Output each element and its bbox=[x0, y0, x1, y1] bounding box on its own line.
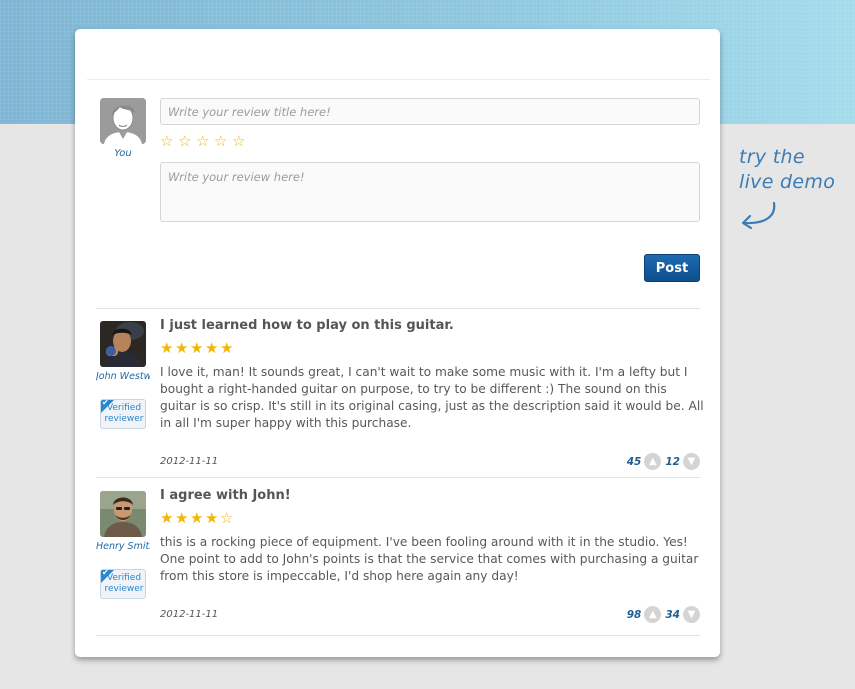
divider bbox=[96, 477, 700, 478]
star-rating: ★ ★ ★ ★ ☆ bbox=[160, 510, 235, 526]
review-text: this is a rocking piece of equipment. I'… bbox=[160, 535, 699, 583]
star-icon: ★ bbox=[205, 339, 219, 357]
thumbs-up-icon[interactable]: ▲ bbox=[644, 606, 662, 623]
user-avatar-label: You bbox=[114, 148, 132, 159]
reviewer-photo bbox=[100, 491, 146, 537]
downvote-count: 12 bbox=[665, 455, 680, 468]
star-outline-icon: ☆ bbox=[220, 509, 234, 527]
star-icon: ★ bbox=[175, 509, 189, 527]
thumbs-down-icon[interactable]: ▼ bbox=[683, 453, 700, 470]
vote-controls: 45 ▲ 12 ▼ bbox=[627, 453, 700, 470]
rating-stars-input[interactable]: ☆ ☆ ☆ ☆ ☆ bbox=[160, 133, 250, 149]
review-title: I agree with John! bbox=[160, 488, 291, 503]
star-icon: ★ bbox=[190, 339, 204, 357]
live-demo-callout: try the live demo bbox=[739, 145, 835, 195]
reviewer-name[interactable]: John Westwood bbox=[96, 371, 150, 382]
verified-badge: ✔ Verified reviewer bbox=[100, 399, 146, 429]
star-icon: ★ bbox=[220, 339, 234, 357]
reviewer-photo bbox=[100, 321, 146, 367]
divider bbox=[96, 308, 700, 309]
upvote-count: 45 bbox=[626, 455, 642, 468]
star-outline-icon[interactable]: ☆ bbox=[232, 133, 250, 149]
downvote-count: 34 bbox=[665, 608, 680, 621]
review-title: I just learned how to play on this guita… bbox=[160, 318, 454, 333]
review-date: 2012-11-11 bbox=[160, 456, 219, 467]
review-text: I love it, man! It sounds great, I can't… bbox=[160, 365, 704, 430]
star-outline-icon[interactable]: ☆ bbox=[196, 133, 214, 149]
star-icon: ★ bbox=[175, 339, 189, 357]
demo-line-1: try the bbox=[739, 146, 805, 168]
verified-label: Verified reviewer bbox=[104, 403, 144, 424]
reviewer-name[interactable]: Henry Smith bbox=[96, 541, 150, 552]
vote-controls: 98 ▲ 34 ▼ bbox=[627, 606, 700, 623]
thumbs-down-icon[interactable]: ▼ bbox=[683, 606, 700, 623]
star-icon: ★ bbox=[190, 509, 204, 527]
demo-line-2: live demo bbox=[739, 171, 836, 193]
curved-arrow-icon bbox=[741, 201, 776, 230]
star-icon: ★ bbox=[205, 509, 219, 527]
review-title-input[interactable] bbox=[160, 98, 700, 125]
upvote-count: 98 bbox=[626, 608, 642, 621]
star-icon: ★ bbox=[160, 509, 174, 527]
reviewer-avatar bbox=[100, 491, 146, 537]
star-outline-icon[interactable]: ☆ bbox=[214, 133, 232, 149]
star-outline-icon[interactable]: ☆ bbox=[160, 133, 178, 149]
review-body-input[interactable] bbox=[160, 162, 700, 222]
review-date: 2012-11-11 bbox=[160, 609, 219, 620]
divider bbox=[87, 79, 710, 80]
user-avatar bbox=[100, 98, 146, 144]
verified-badge: ✔ Verified reviewer bbox=[100, 569, 146, 599]
star-icon: ★ bbox=[160, 339, 174, 357]
reviewer-avatar bbox=[100, 321, 146, 367]
star-rating: ★ ★ ★ ★ ★ bbox=[160, 340, 235, 356]
review-card: You ☆ ☆ ☆ ☆ ☆ Post John Westwood ✔ Verif… bbox=[75, 29, 720, 657]
verified-label: Verified reviewer bbox=[104, 573, 144, 594]
thumbs-up-icon[interactable]: ▲ bbox=[644, 453, 662, 470]
divider bbox=[96, 635, 700, 636]
person-icon bbox=[100, 98, 146, 144]
post-button[interactable]: Post bbox=[644, 254, 700, 282]
star-outline-icon[interactable]: ☆ bbox=[178, 133, 196, 149]
